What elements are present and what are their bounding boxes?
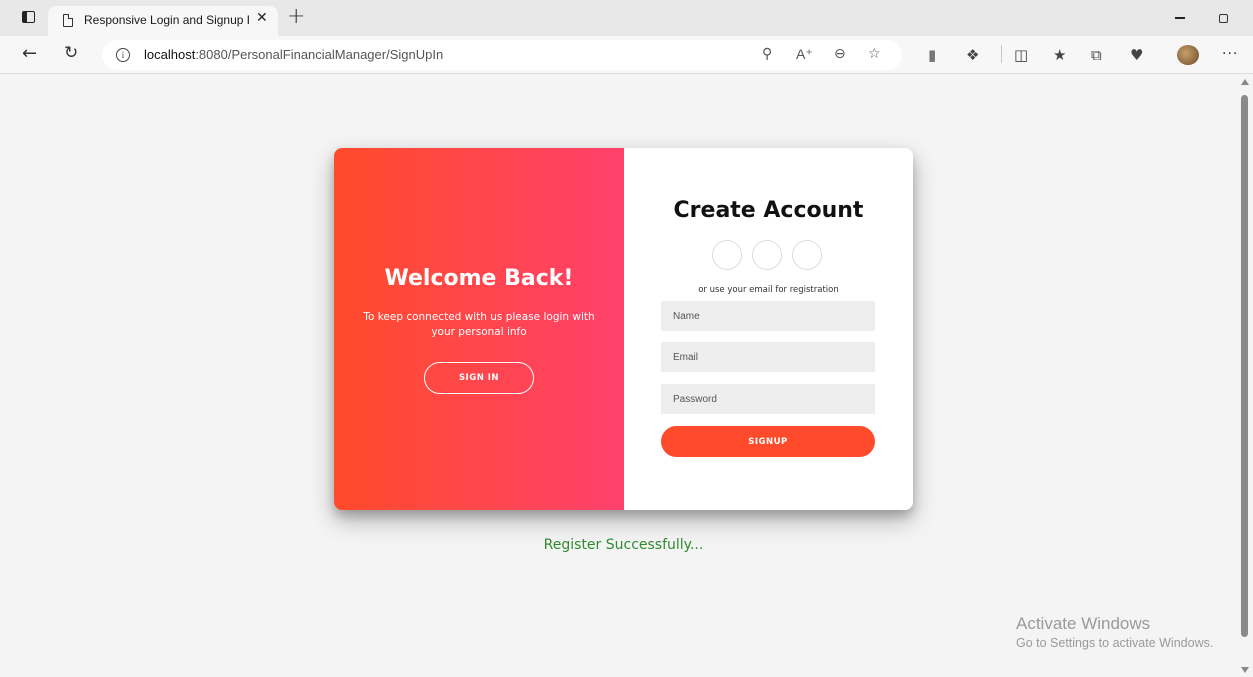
read-aloud-icon[interactable]: A⁺ xyxy=(796,46,813,63)
profile-avatar[interactable] xyxy=(1177,45,1199,65)
scroll-down-icon[interactable] xyxy=(1241,667,1249,673)
social-login-icon[interactable] xyxy=(792,240,822,270)
watermark-title: Activate Windows xyxy=(1016,614,1151,633)
auth-card: Welcome Back! To keep connected with us … xyxy=(334,148,913,510)
address-bar[interactable]: i localhost:8080/PersonalFinancialManage… xyxy=(102,40,902,70)
watermark-subtitle: Go to Settings to activate Windows. xyxy=(1016,636,1214,650)
tab-strip: Responsive Login and Signup Fo ✕ + xyxy=(0,0,1253,36)
sign-in-button[interactable]: SIGN IN xyxy=(424,362,534,394)
email-input[interactable] xyxy=(661,342,875,372)
signup-form: Create Account or use your email for reg… xyxy=(624,148,913,510)
shield-icon[interactable]: ▮ xyxy=(928,46,936,64)
scroll-up-icon[interactable] xyxy=(1241,79,1249,85)
refresh-icon[interactable]: ↻ xyxy=(64,43,78,63)
welcome-text: To keep connected with us please login w… xyxy=(363,311,595,338)
more-icon[interactable]: ··· xyxy=(1222,46,1238,62)
tab-actions-icon[interactable] xyxy=(22,11,35,23)
scrollbar[interactable] xyxy=(1237,75,1253,677)
registration-hint: or use your email for registration xyxy=(698,285,839,295)
form-title: Create Account xyxy=(673,198,864,223)
extensions-icon[interactable]: ❖ xyxy=(966,46,979,64)
zoom-out-icon[interactable]: ⊖ xyxy=(834,46,846,62)
status-message: Register Successfully... xyxy=(543,537,704,553)
name-input[interactable] xyxy=(661,301,875,331)
favorite-star-icon[interactable]: ☆ xyxy=(868,46,881,62)
social-login-icon[interactable] xyxy=(752,240,782,270)
browser-essentials-icon[interactable]: ♥ xyxy=(1130,46,1143,64)
password-input[interactable] xyxy=(661,384,875,414)
info-icon[interactable]: i xyxy=(116,48,130,62)
toolbar-divider xyxy=(1001,45,1002,63)
new-tab-button[interactable]: + xyxy=(287,5,305,29)
split-screen-icon[interactable]: ◫ xyxy=(1014,46,1028,64)
minimize-icon[interactable] xyxy=(1175,17,1185,19)
url-text[interactable]: localhost:8080/PersonalFinancialManager/… xyxy=(144,47,443,62)
windows-activation-watermark: Activate Windows Go to Settings to activ… xyxy=(1016,614,1213,652)
social-login-icon[interactable] xyxy=(712,240,742,270)
favorites-icon[interactable]: ★ xyxy=(1053,46,1066,64)
restore-icon[interactable] xyxy=(1219,14,1228,23)
welcome-panel: Welcome Back! To keep connected with us … xyxy=(334,148,624,510)
url-path: :8080/PersonalFinancialManager/SignUpIn xyxy=(195,47,444,62)
scroll-thumb[interactable] xyxy=(1241,95,1248,637)
page-icon xyxy=(63,14,73,27)
url-host: localhost xyxy=(144,47,196,62)
tab-close-icon[interactable]: ✕ xyxy=(256,10,268,26)
browser-tab[interactable]: Responsive Login and Signup Fo ✕ xyxy=(48,6,278,36)
collections-icon[interactable]: ⧉ xyxy=(1091,46,1102,64)
welcome-title: Welcome Back! xyxy=(384,266,574,291)
tab-title: Responsive Login and Signup Fo xyxy=(84,13,249,27)
back-icon[interactable]: ← xyxy=(22,43,37,64)
signup-button[interactable]: SIGNUP xyxy=(661,426,875,457)
key-icon[interactable]: ⚲ xyxy=(762,46,772,62)
